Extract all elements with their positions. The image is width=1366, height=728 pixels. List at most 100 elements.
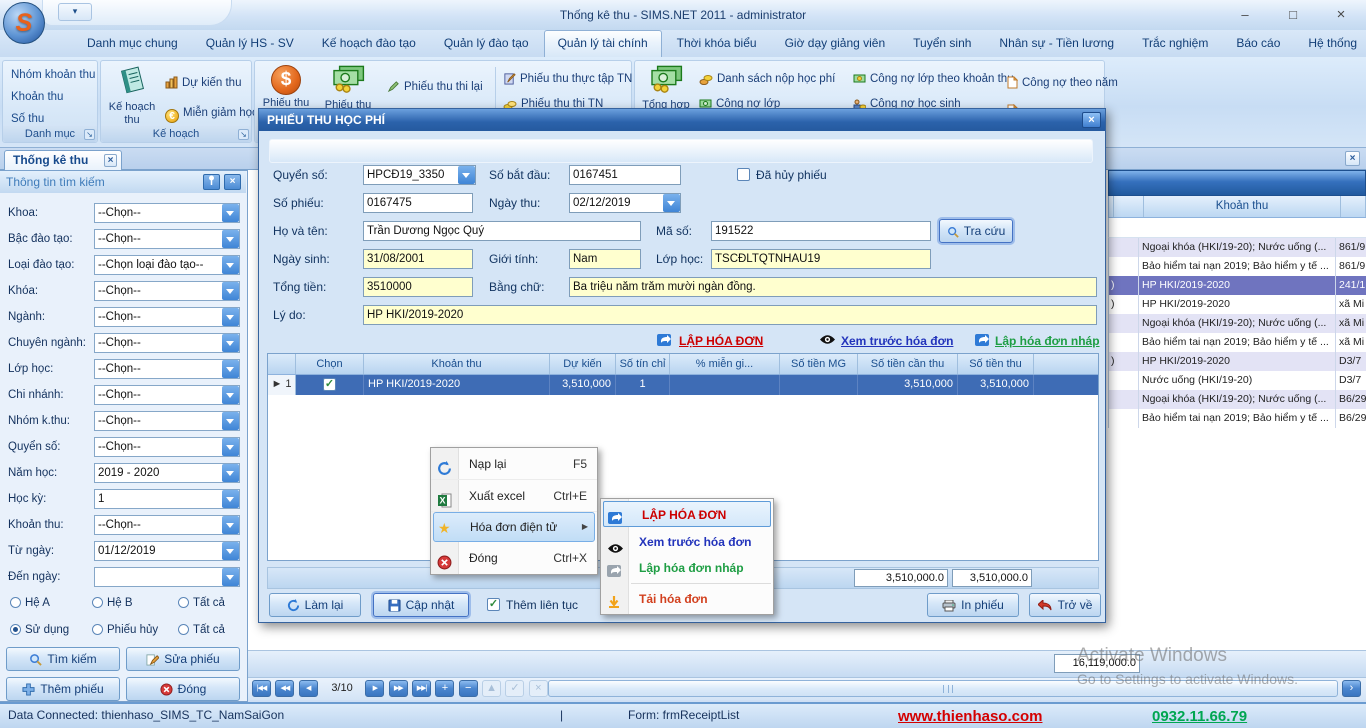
tab-thong-ke-thu[interactable]: Thống kê thu ×: [4, 150, 122, 170]
quick-access-dropdown[interactable]: ▾: [58, 3, 92, 21]
tab-quan-ly-hs-sv[interactable]: Quản lý HS - SV: [193, 30, 307, 57]
nav-delete-button[interactable]: −: [459, 680, 478, 697]
tab-quan-ly-tai-chinh[interactable]: Quản lý tài chính: [544, 30, 662, 57]
ma-so-input[interactable]: 191522: [711, 221, 931, 241]
nav-next-button[interactable]: ▶: [365, 680, 384, 697]
col-mien-giam[interactable]: % miễn gi...: [670, 354, 780, 374]
table-row-selected[interactable]: )HP HKI/2019-2020241/1: [1108, 276, 1366, 295]
tu-ngay-input[interactable]: 01/12/2019: [94, 541, 240, 561]
tab-ke-hoach-dao-tao[interactable]: Kế hoạch đào tạo: [309, 30, 429, 57]
maximize-button[interactable]: □: [1276, 6, 1310, 24]
col-so-tin-chi[interactable]: Số tín chỉ: [616, 354, 670, 374]
col-du-kien[interactable]: Dự kiến: [550, 354, 616, 374]
tab-danh-muc-chung[interactable]: Danh mục chung: [74, 30, 191, 57]
phone-link[interactable]: 0932.11.66.79: [1152, 705, 1247, 728]
radio-he-b[interactable]: Hệ B: [92, 595, 133, 609]
table-row[interactable]: Bảo hiểm tai nạn 2019; Bảo hiểm y tế ...…: [1108, 257, 1366, 276]
ribbon-item-danh-sach-nop-hoc-phi[interactable]: Danh sách nộp học phí: [699, 69, 835, 89]
ribbon-item-khoan-thu[interactable]: Khoản thu: [3, 86, 97, 108]
da-huy-phieu-checkbox[interactable]: [737, 168, 750, 181]
nav-next-page-button[interactable]: ▶▶: [389, 680, 408, 697]
dialog-launcher-icon[interactable]: ↘: [238, 129, 249, 140]
chevron-down-icon[interactable]: [222, 386, 239, 404]
minimize-button[interactable]: –: [1228, 6, 1262, 24]
ribbon-item-phieu-thu-thi-lai[interactable]: Phiếu thu thi lại: [387, 77, 483, 97]
chevron-down-icon[interactable]: [222, 360, 239, 378]
tab-trac-nghiem[interactable]: Trắc nghiệm: [1129, 30, 1221, 57]
tab-thoi-khoa-bieu[interactable]: Thời khóa biểu: [664, 30, 770, 57]
chevron-down-icon[interactable]: [222, 568, 239, 586]
ho-ten-input[interactable]: Trần Dương Ngọc Quý: [363, 221, 641, 241]
cap-nhat-button[interactable]: Cập nhật: [373, 593, 469, 617]
radio-tat-ca-2[interactable]: Tất cả: [178, 622, 225, 636]
radio-phieu-huy[interactable]: Phiếu hủy: [92, 622, 158, 636]
close-button[interactable]: ×: [1324, 6, 1358, 24]
col-khoan-thu[interactable]: Khoản thu: [364, 354, 550, 374]
ribbon-item-cong-no-theo-nam[interactable]: Công nợ theo năm: [1007, 73, 1118, 93]
nav-first-button[interactable]: |◀◀: [252, 680, 271, 697]
ngay-thu-select[interactable]: 02/12/2019: [569, 193, 681, 213]
bang-chu-input[interactable]: Ba triệu năm trăm mười ngàn đồng.: [569, 277, 1097, 297]
khoa-select[interactable]: --Chọn--: [94, 203, 240, 223]
pin-icon[interactable]: [203, 174, 220, 190]
them-lien-tuc-checkbox[interactable]: ✓: [487, 598, 500, 611]
chevron-down-icon[interactable]: [222, 542, 239, 560]
xem-truoc-hoa-don-link[interactable]: Xem trước hóa đơn: [841, 333, 953, 349]
chevron-down-icon[interactable]: [222, 282, 239, 300]
chevron-down-icon[interactable]: [222, 308, 239, 326]
table-row[interactable]: Nước uống (HKI/19-20)D3/7: [1108, 371, 1366, 390]
table-row[interactable]: Bảo hiểm tai nạn 2019; Bảo hiểm y tế ...…: [1108, 333, 1366, 352]
chevron-down-icon[interactable]: [222, 490, 239, 508]
chevron-down-icon[interactable]: [222, 256, 239, 274]
quyen-so-select[interactable]: HPCĐ19_3350: [363, 165, 476, 185]
ribbon-item-phieu-thu-thuc-tap-tn[interactable]: Phiếu thu thực tập TN: [503, 69, 632, 89]
menu-item-nap-lai[interactable]: Nạp lại F5: [431, 448, 597, 480]
lap-hoa-don-nhap-link[interactable]: Lập hóa đơn nháp: [995, 333, 1100, 349]
submenu-item-tai-hoa-don[interactable]: Tải hóa đơn: [601, 586, 773, 612]
radio-su-dung[interactable]: Sử dụng: [10, 622, 69, 636]
so-bat-dau-input[interactable]: 0167451: [569, 165, 681, 185]
nhom-kthu-select[interactable]: --Chọn--: [94, 411, 240, 431]
col-so-tien-can-thu[interactable]: Số tiền cần thu: [858, 354, 958, 374]
ly-do-input[interactable]: HP HKI/2019-2020: [363, 305, 1097, 325]
tab-tuyen-sinh[interactable]: Tuyển sinh: [900, 30, 984, 57]
tab-quan-ly-dao-tao[interactable]: Quản lý đào tạo: [431, 30, 542, 57]
row-checkbox-checked[interactable]: ✓: [323, 378, 336, 391]
tab-he-thong[interactable]: Hệ thống: [1295, 30, 1366, 57]
ribbon-item-du-kien-thu[interactable]: Dự kiến thu: [165, 73, 241, 93]
chevron-down-icon[interactable]: [222, 516, 239, 534]
nganh-select[interactable]: --Chọn--: [94, 307, 240, 327]
radio-tat-ca-1[interactable]: Tất cả: [178, 595, 225, 609]
khoa-hoc-select[interactable]: --Chọn--: [94, 281, 240, 301]
menu-item-hoa-don-dien-tu[interactable]: ★ Hóa đơn điện tử ▶: [433, 512, 595, 542]
edit-receipt-button[interactable]: Sửa phiếu: [126, 647, 240, 671]
ribbon-item-nhom-khoan-thu[interactable]: Nhóm khoản thu: [3, 64, 97, 86]
chevron-down-icon[interactable]: [222, 204, 239, 222]
in-phieu-button[interactable]: In phiếu: [927, 593, 1019, 617]
grid-filter-row[interactable]: [1108, 218, 1366, 238]
dialog-launcher-icon[interactable]: ↘: [84, 129, 95, 140]
col-chon[interactable]: Chọn: [296, 354, 364, 374]
nav-cancel-button[interactable]: ×: [529, 680, 548, 697]
nav-prev-button[interactable]: ◀: [299, 680, 318, 697]
scroll-right-button[interactable]: ›: [1342, 680, 1361, 697]
app-logo[interactable]: S: [3, 2, 45, 44]
nav-endedit-button[interactable]: ✓: [505, 680, 524, 697]
chevron-down-icon[interactable]: [222, 464, 239, 482]
table-row[interactable]: Bảo hiểm tai nạn 2019; Bảo hiểm y tế ...…: [1108, 409, 1366, 428]
search-button[interactable]: Tìm kiếm: [6, 647, 120, 671]
ngay-sinh-input[interactable]: 31/08/2001: [363, 249, 473, 269]
close-panel-icon[interactable]: ×: [224, 174, 241, 190]
close-panel-button[interactable]: Đóng: [126, 677, 240, 701]
quyen-so-select[interactable]: --Chọn--: [94, 437, 240, 457]
nam-hoc-select[interactable]: 2019 - 2020: [94, 463, 240, 483]
lam-lai-button[interactable]: Làm lại: [269, 593, 361, 617]
close-document-icon[interactable]: ×: [1345, 151, 1360, 166]
dialog-close-icon[interactable]: ×: [1082, 112, 1101, 128]
tab-nhan-su-tien-luong[interactable]: Nhân sự - Tiền lương: [986, 30, 1127, 57]
submenu-item-lap-nhap[interactable]: Lập hóa đơn nháp: [601, 555, 773, 581]
nav-last-button[interactable]: ▶▶|: [412, 680, 431, 697]
chevron-down-icon[interactable]: [222, 230, 239, 248]
lop-hoc-select[interactable]: --Chọn--: [94, 359, 240, 379]
khoan-thu-select[interactable]: --Chọn--: [94, 515, 240, 535]
